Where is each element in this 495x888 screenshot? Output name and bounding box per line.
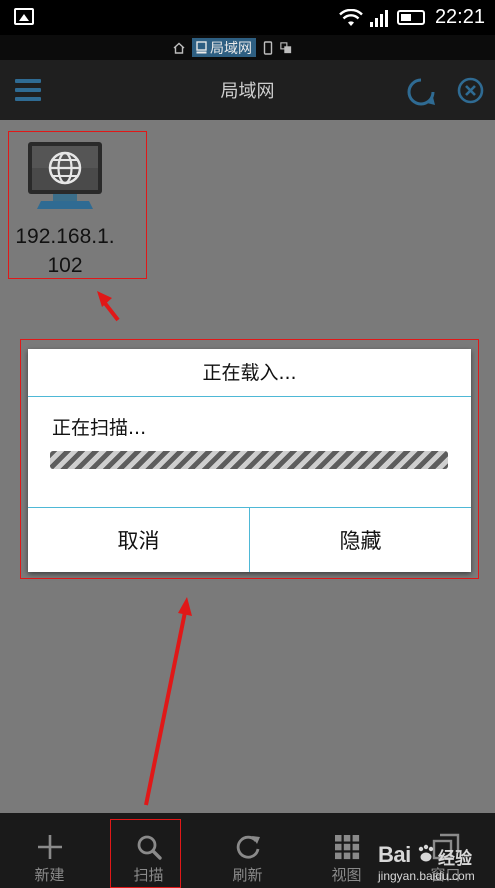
plus-icon bbox=[38, 835, 62, 859]
refresh-icon bbox=[236, 835, 260, 859]
gallery-icon bbox=[14, 8, 34, 25]
cancel-button[interactable]: 取消 bbox=[28, 508, 249, 572]
wifi-icon bbox=[339, 8, 363, 26]
indeterminate-progress-bar bbox=[50, 451, 448, 469]
dialog-button-row: 取消 隐藏 bbox=[28, 507, 471, 572]
status-time: 22:21 bbox=[434, 6, 485, 28]
breadcrumb-current[interactable]: 局域网 bbox=[192, 38, 256, 57]
breadcrumb-label: 局域网 bbox=[210, 40, 252, 57]
watermark-url: jingyan.baidu.com bbox=[378, 869, 475, 883]
phone-icon[interactable] bbox=[262, 40, 274, 55]
lan-device[interactable]: 192.168.1. 102 bbox=[8, 131, 147, 279]
watermark-suffix: 经验 bbox=[438, 849, 472, 869]
baidu-jingyan-watermark: Bai 经验 jingyan.baidu.com bbox=[364, 838, 495, 888]
status-bar: 22:21 bbox=[0, 0, 495, 35]
grid-icon bbox=[335, 835, 360, 860]
hide-button[interactable]: 隐藏 bbox=[249, 508, 471, 572]
breadcrumb: 局域网 bbox=[0, 35, 495, 60]
home-icon[interactable] bbox=[172, 41, 186, 55]
close-icon[interactable] bbox=[457, 77, 484, 104]
refresh-label: 刷新 bbox=[232, 866, 263, 884]
windows-small-icon[interactable] bbox=[280, 41, 292, 55]
network-computer-icon bbox=[28, 142, 102, 209]
new-button[interactable]: 新建 bbox=[0, 813, 99, 888]
loading-spinner-icon bbox=[407, 78, 435, 106]
annotation-scan-outline bbox=[110, 819, 181, 888]
dialog-message: 正在扫描... bbox=[52, 417, 147, 439]
device-ip-label: 192.168.1. 102 bbox=[15, 225, 115, 277]
computer-icon bbox=[196, 41, 207, 54]
loading-dialog: 正在载入... 正在扫描... 取消 隐藏 bbox=[28, 349, 471, 572]
signal-icon bbox=[369, 9, 388, 27]
battery-icon bbox=[396, 10, 425, 25]
refresh-button[interactable]: 刷新 bbox=[198, 813, 297, 888]
dialog-title: 正在载入... bbox=[28, 349, 471, 397]
new-label: 新建 bbox=[34, 866, 65, 884]
watermark-brand: Bai bbox=[378, 842, 411, 867]
paw-icon bbox=[418, 844, 434, 862]
